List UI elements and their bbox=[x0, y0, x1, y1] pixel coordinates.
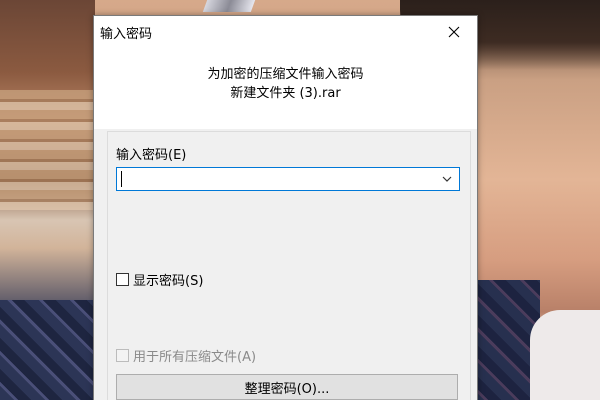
password-input[interactable] bbox=[118, 169, 440, 189]
password-label: 输入密码(E) bbox=[116, 148, 187, 163]
background-object bbox=[202, 0, 256, 12]
prompt-text: 为加密的压缩文件输入密码 bbox=[207, 67, 364, 82]
dialog-titlebar[interactable]: 输入密码 bbox=[94, 16, 477, 47]
show-password-option[interactable]: 显示密码(S) bbox=[116, 270, 203, 289]
background-collar bbox=[530, 310, 600, 400]
close-icon bbox=[448, 26, 460, 37]
password-dropdown-button[interactable] bbox=[437, 169, 457, 189]
use-for-all-checkbox bbox=[116, 349, 129, 362]
background-books bbox=[0, 90, 95, 210]
desktop: 输入密码 为加密的压缩文件输入密码 新建文件夹 (3).rar 输入密码(E) bbox=[0, 0, 600, 400]
use-for-all-option: 用于所有压缩文件(A) bbox=[116, 346, 256, 365]
text-caret bbox=[121, 171, 122, 187]
dialog-header: 为加密的压缩文件输入密码 新建文件夹 (3).rar bbox=[94, 47, 477, 129]
dialog-title: 输入密码 bbox=[100, 27, 153, 42]
chevron-down-icon bbox=[442, 176, 452, 182]
show-password-label: 显示密码(S) bbox=[133, 274, 204, 289]
archive-name: 新建文件夹 (3).rar bbox=[230, 86, 341, 101]
organize-passwords-button[interactable]: 整理密码(O)... bbox=[116, 374, 458, 400]
show-password-checkbox[interactable] bbox=[116, 273, 129, 286]
use-for-all-label: 用于所有压缩文件(A) bbox=[133, 350, 257, 365]
password-combobox[interactable] bbox=[116, 167, 460, 191]
password-dialog: 输入密码 为加密的压缩文件输入密码 新建文件夹 (3).rar 输入密码(E) bbox=[93, 15, 478, 400]
background-shirt-left bbox=[0, 300, 95, 400]
close-button[interactable] bbox=[431, 16, 477, 47]
